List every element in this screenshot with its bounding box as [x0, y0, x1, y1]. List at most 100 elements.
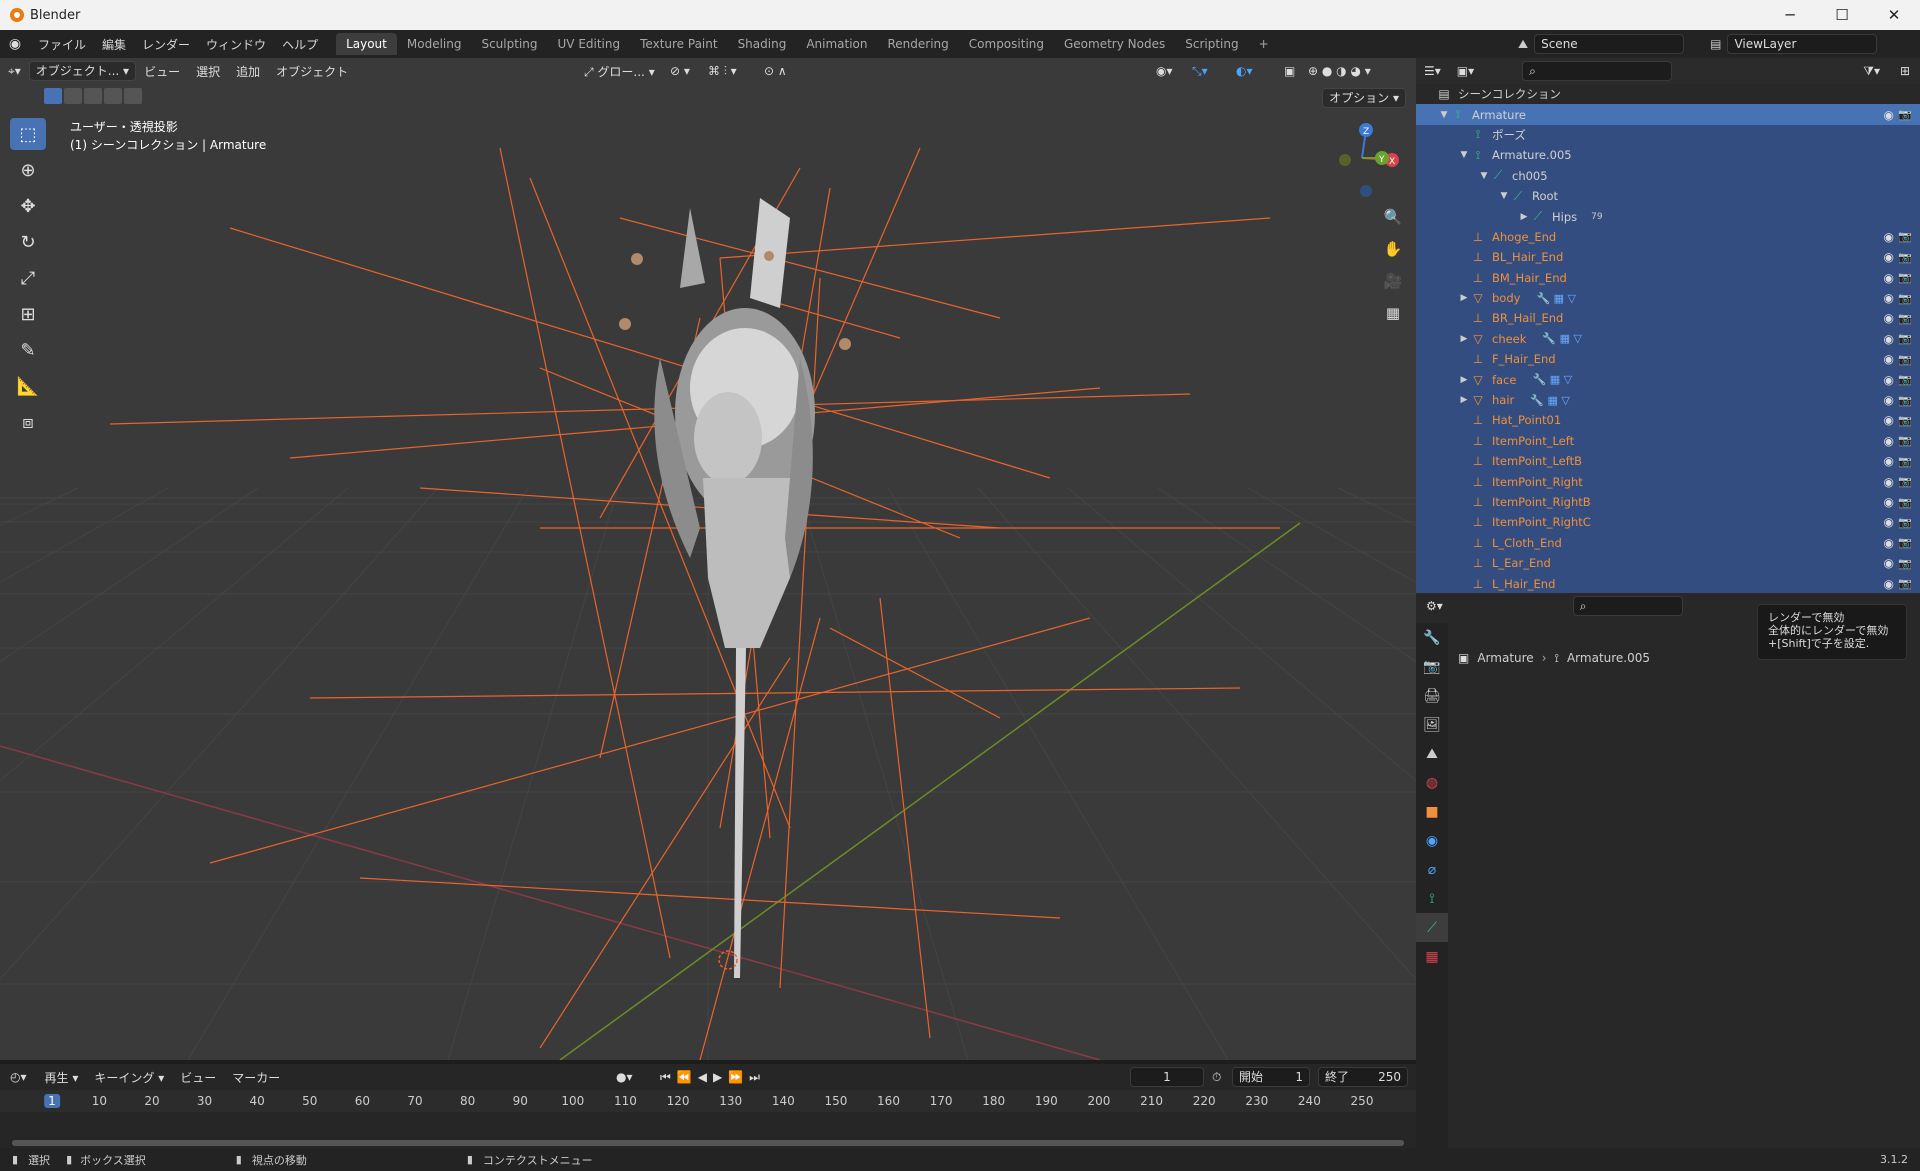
start-frame-field[interactable]: 開始 1: [1232, 1067, 1310, 1087]
visibility-eye-icon[interactable]: ◉: [1884, 413, 1894, 427]
visibility-eye-icon[interactable]: ◉: [1884, 230, 1894, 244]
stopwatch-icon[interactable]: ⏱: [1212, 1070, 1221, 1085]
display-mode-icon[interactable]: ▣▾: [1449, 64, 1482, 78]
menu-marker[interactable]: マーカー: [224, 1069, 288, 1086]
tool-tab-icon[interactable]: 🔧: [1416, 623, 1448, 652]
pan-hand-icon[interactable]: ✋: [1380, 236, 1406, 262]
move-tool-icon[interactable]: ✥: [10, 190, 46, 222]
constraints-tab-icon[interactable]: ⌀: [1416, 855, 1448, 884]
menu-object[interactable]: オブジェクト: [268, 63, 356, 80]
menu-help[interactable]: ヘルプ: [274, 36, 326, 53]
xray-icon[interactable]: ▣: [1284, 64, 1295, 78]
render-camera-icon[interactable]: 📷: [1898, 516, 1912, 529]
overlay-icon[interactable]: ◐▾: [1236, 64, 1253, 78]
outliner-item[interactable]: ▶ ▽ body 🔧 ▦ ▽ ◉ 📷: [1416, 287, 1920, 309]
rotate-tool-icon[interactable]: ↻: [10, 226, 46, 258]
render-camera-icon[interactable]: 📷: [1898, 353, 1912, 366]
tab-geometry-nodes[interactable]: Geometry Nodes: [1054, 33, 1175, 55]
expand-arrow-icon[interactable]: ▶: [1458, 334, 1470, 344]
close-button[interactable]: ✕: [1868, 0, 1920, 30]
outliner-item[interactable]: ⊥ BR_Hail_End ◉ 📷: [1416, 308, 1920, 329]
properties-editor-icon[interactable]: ⚙▾: [1416, 599, 1453, 613]
render-camera-icon[interactable]: 📷: [1898, 312, 1912, 325]
outliner-item[interactable]: ⊥ ItemPoint_RightB ◉ 📷: [1416, 491, 1920, 513]
proportional-edit-icon[interactable]: ⊙ ∧: [764, 64, 787, 78]
outliner-search-input[interactable]: ⌕: [1522, 61, 1673, 81]
tab-scripting[interactable]: Scripting: [1175, 33, 1248, 55]
viewlayer-field[interactable]: ViewLayer: [1727, 34, 1878, 54]
visibility-eye-icon[interactable]: ◉: [1884, 577, 1894, 591]
tab-rendering[interactable]: Rendering: [878, 33, 959, 55]
visibility-eye-icon[interactable]: ◉: [1884, 332, 1894, 346]
render-camera-icon[interactable]: 📷: [1898, 455, 1912, 468]
menu-file[interactable]: ファイル: [30, 36, 94, 53]
expand-arrow-icon[interactable]: ▶: [1518, 212, 1530, 222]
render-camera-icon[interactable]: 📷: [1898, 332, 1912, 345]
tab-layout[interactable]: Layout: [336, 33, 397, 55]
select-extend-icon[interactable]: [64, 88, 82, 104]
output-tab-icon[interactable]: 🖨: [1416, 681, 1448, 710]
modifier-icons[interactable]: 🔧 ▦ ▽: [1536, 292, 1576, 305]
object-tab-icon[interactable]: ■: [1416, 797, 1448, 826]
scale-tool-icon[interactable]: ⤢: [10, 262, 46, 294]
visibility-eye-icon[interactable]: ◉: [1884, 434, 1894, 448]
snap-icon[interactable]: ⌘ ⫶ ▾: [708, 64, 737, 79]
bone-tab-icon[interactable]: ⟋: [1416, 913, 1448, 942]
render-camera-icon[interactable]: 📷: [1898, 557, 1912, 570]
menu-window[interactable]: ウィンドウ: [198, 36, 274, 53]
outliner-item[interactable]: ▶ ▽ hair 🔧 ▦ ▽ ◉ 📷: [1416, 389, 1920, 411]
visibility-eye-icon[interactable]: ◉: [1884, 271, 1894, 285]
menu-render[interactable]: レンダー: [134, 36, 198, 53]
render-camera-icon[interactable]: 📷: [1898, 394, 1912, 407]
visibility-eye-icon[interactable]: ◉: [1884, 515, 1894, 529]
shading-modes[interactable]: ⊕ ● ◑ ◕ ▾: [1308, 64, 1371, 78]
current-frame-field[interactable]: 1: [1130, 1067, 1204, 1087]
outliner-item[interactable]: ⊥ Ahoge_End ◉ 📷: [1416, 226, 1920, 248]
blender-menu-icon[interactable]: ◉: [0, 36, 30, 52]
options-button[interactable]: オプション ▾: [1322, 88, 1406, 108]
outliner-item[interactable]: ▼ ⟋ ch005: [1416, 165, 1920, 186]
modifier-icons[interactable]: 🔧 ▦ ▽: [1533, 373, 1573, 386]
frame-ruler[interactable]: 1 10 20 30 40 50 60 70 80 90 100 110 120 130 140 150 160…: [0, 1090, 1416, 1112]
expand-arrow-icon[interactable]: ▶: [1458, 293, 1470, 303]
expand-arrow-icon[interactable]: ▶: [1458, 395, 1470, 405]
visibility-eye-icon[interactable]: ◉: [1884, 250, 1894, 264]
render-camera-icon[interactable]: 📷: [1898, 373, 1912, 386]
maximize-button[interactable]: ☐: [1816, 0, 1868, 30]
menu-playback[interactable]: 再生 ▾: [37, 1069, 87, 1086]
outliner-item[interactable]: ⊥ ItemPoint_RightC ◉ 📷: [1416, 512, 1920, 533]
minimize-button[interactable]: ─: [1764, 0, 1816, 30]
menu-select[interactable]: 選択: [188, 63, 228, 80]
menu-timeline-view[interactable]: ビュー: [172, 1069, 224, 1086]
outliner-item[interactable]: ⊥ ItemPoint_Right ◉ 📷: [1416, 471, 1920, 492]
filter-icon[interactable]: ⧩▾: [1863, 64, 1880, 79]
expand-arrow-icon[interactable]: ▶: [1458, 375, 1470, 385]
render-camera-icon[interactable]: 📷: [1898, 475, 1912, 488]
outliner-item[interactable]: ▼ ⟋ Root: [1416, 185, 1920, 207]
visibility-eye-icon[interactable]: ◉: [1884, 454, 1894, 468]
timeline-scrollbar[interactable]: [12, 1140, 1404, 1146]
timeline-editor-icon[interactable]: ◴▾: [0, 1070, 37, 1084]
pivot-icon[interactable]: ⊘ ▾: [670, 64, 690, 78]
menu-keying[interactable]: キーイング ▾: [86, 1069, 172, 1086]
outliner-item[interactable]: ⊥ BM_Hair_End ◉ 📷: [1416, 267, 1920, 288]
visibility-eye-icon[interactable]: ◉: [1884, 536, 1894, 550]
tab-modeling[interactable]: Modeling: [397, 33, 472, 55]
ortho-grid-icon[interactable]: ▦: [1380, 300, 1406, 326]
visibility-eye-icon[interactable]: ◉: [1884, 311, 1894, 325]
outliner-item[interactable]: ▶ ▽ cheek 🔧 ▦ ▽ ◉ 📷: [1416, 328, 1920, 350]
render-camera-icon[interactable]: 📷: [1898, 577, 1912, 590]
menu-edit[interactable]: 編集: [94, 36, 134, 53]
select-subtract-icon[interactable]: [84, 88, 102, 104]
visibility-icon[interactable]: ◉▾: [1156, 64, 1173, 78]
gizmo-icon[interactable]: ⤡▾: [1192, 64, 1208, 79]
mode-select[interactable]: オブジェクト... ▾: [28, 61, 137, 81]
outliner-item[interactable]: ⊥ F_Hair_End ◉ 📷: [1416, 349, 1920, 370]
navigation-gizmo[interactable]: Z X Y: [1322, 118, 1402, 198]
camera-view-icon[interactable]: 🎥: [1380, 268, 1406, 294]
record-icon[interactable]: ●▾: [616, 1070, 633, 1084]
render-camera-icon[interactable]: 📷: [1898, 496, 1912, 509]
tab-compositing[interactable]: Compositing: [959, 33, 1054, 55]
texture-tab-icon[interactable]: ▦: [1416, 942, 1448, 971]
measure-tool-icon[interactable]: 📐: [10, 370, 46, 402]
